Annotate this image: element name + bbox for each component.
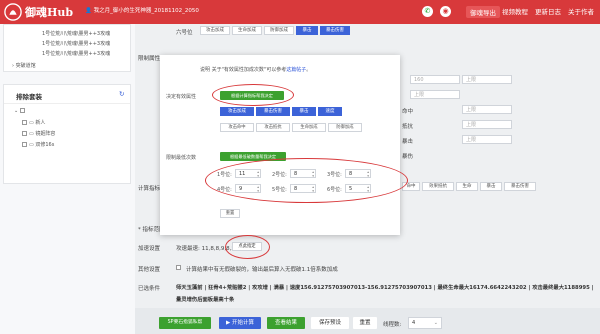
attr-tag-hp[interactable]: 生命加成 xyxy=(292,123,326,132)
effective-attr-label: 决定有效属性 xyxy=(166,94,197,100)
attr-tag-def[interactable]: 防御加成 xyxy=(328,123,362,132)
attr-tag-critdmg[interactable]: 暴击伤害 xyxy=(256,107,290,116)
sidebar-other-item[interactable]: › 突破道馆 xyxy=(12,62,36,69)
sidebar-preset-list[interactable]: 1号位荒川\荒魂\量男++3攻魂 1号位荒川\荒魂\量男++3攻魂 1号位荒川\… xyxy=(3,24,131,72)
slot-tag-critdmg[interactable]: 暴击伤害 xyxy=(320,26,350,35)
list-item[interactable]: 1号位荒川\荒魂\量男++3攻魂 xyxy=(42,30,110,37)
tree-item-1[interactable]: ▭ 新人 xyxy=(22,119,45,126)
other-settings-label: 其他设置 xyxy=(138,267,161,273)
user-info-link[interactable]: 👤 我之月_御小的生死神器_20181102_2050 xyxy=(85,6,199,14)
start-calc-label: 开始计算 xyxy=(231,320,254,326)
slot-label: 六号位 xyxy=(176,30,193,36)
calc-tag-hp[interactable]: 生命 xyxy=(456,182,478,191)
tree-root[interactable]: ⌄ xyxy=(14,108,27,114)
upper-input[interactable]: 上限 xyxy=(462,75,512,84)
exclude-set-panel: 排除套装 ↻ ⌄ ▭ 新人 ▭ 镜姬阵容 ▭ 双修16s xyxy=(3,84,131,184)
stat-label: 抵抗 xyxy=(402,124,414,130)
nav-changelog[interactable]: 更新日志 xyxy=(535,6,561,16)
user-info-text: 我之月_御小的生死神器_20181102_2050 xyxy=(93,8,199,14)
attr-limit-label: 限制属性 xyxy=(138,56,161,62)
stat-label: 暴击 xyxy=(402,139,414,145)
highlight-oval xyxy=(212,84,294,106)
highlight-oval xyxy=(225,235,270,259)
user-icon: 👤 xyxy=(85,8,94,14)
view-results-button[interactable]: 查看结果 xyxy=(267,317,305,329)
divider xyxy=(4,103,130,104)
tree-item-label: 新人 xyxy=(35,120,46,126)
attr-tag-attack[interactable]: 攻击加成 xyxy=(220,107,254,116)
upper-input[interactable]: 160 xyxy=(410,75,460,84)
attr-tag-hit[interactable]: 攻击命中 xyxy=(220,123,254,132)
save-preset-button[interactable]: 保存预设 xyxy=(311,317,349,329)
stat-label: 暴伤 xyxy=(402,154,414,160)
effective-attr-dialog: 说明 关于"有效属性加成次数"可以参考这篇帖子。 决定有效属性 根据计算指标帮我… xyxy=(160,55,400,235)
tree-item-3[interactable]: ▭ 双修16s xyxy=(22,141,54,148)
filter-label: 已选条件 xyxy=(138,286,161,292)
speed-label: 加速设置 xyxy=(138,246,161,252)
sp-yoshi-button[interactable]: SP要石指狐私帮 xyxy=(159,317,211,329)
slot-tag-def[interactable]: 防御加成 xyxy=(264,26,294,35)
refresh-icon[interactable]: ↻ xyxy=(119,90,124,98)
upper-input[interactable]: 上限 xyxy=(462,135,512,144)
dialog-reset-button[interactable]: 重置 xyxy=(220,209,240,218)
calc-tag-critdmg[interactable]: 暴击伤害 xyxy=(504,182,536,191)
wechat-icon[interactable]: ✆ xyxy=(422,6,433,17)
chevron-down-icon: ⌄ xyxy=(433,320,438,326)
logo-icon xyxy=(4,3,22,21)
top-header: 御魂Hub 👤 我之月_御小的生死神器_20181102_2050 ✆ ◉ 御魂… xyxy=(0,0,600,24)
upper-input[interactable]: 上限 xyxy=(410,90,460,99)
stat-label: 命中 xyxy=(402,109,414,115)
filter-summary: 师天玉藻前 | 狂骨4+荒骷髅2 | 攻攻增 | 满暴 | 速度156.9127… xyxy=(176,285,594,303)
slot-tag-crit[interactable]: 暴击 xyxy=(296,26,318,35)
reference-post-link[interactable]: 这篇帖子 xyxy=(286,67,306,73)
weibo-icon[interactable]: ◉ xyxy=(440,6,451,17)
upper-input[interactable]: 上限 xyxy=(462,120,512,129)
highlight-oval xyxy=(205,158,408,203)
other-settings-text: 计算结果中有无假破裂的，输出最后算入无假破1.1倍系数加成 xyxy=(186,267,338,273)
tree-item-label: 双修16s xyxy=(35,142,55,148)
dialog-description: 说明 关于"有效属性加成次数"可以参考这篇帖子。 xyxy=(200,66,311,73)
slot-tag-attack[interactable]: 攻击加成 xyxy=(200,26,230,35)
checkbox[interactable] xyxy=(22,142,27,147)
checkbox[interactable] xyxy=(22,120,27,125)
attr-tag-resist[interactable]: 攻击抵抗 xyxy=(256,123,290,132)
attr-tag-speed[interactable]: 速度 xyxy=(318,107,342,116)
action-bar: SP要石指狐私帮 ▶ 开始计算 查看结果 保存预设 重置 线程数: 4 ⌄ xyxy=(135,308,600,334)
upper-input[interactable]: 上限 xyxy=(462,105,512,114)
brand-title[interactable]: 御魂Hub xyxy=(25,4,73,20)
dialog-description-text: 说明 关于"有效属性加成次数"可以参考 xyxy=(200,67,287,73)
reset-button[interactable]: 重置 xyxy=(353,317,377,329)
calc-tag-resist[interactable]: 效果抵抗 xyxy=(422,182,454,191)
dialog-description-end: 。 xyxy=(306,67,312,73)
tree-item-label: 镜姬阵容 xyxy=(35,131,56,137)
tree-item-2[interactable]: ▭ 镜姬阵容 xyxy=(22,130,55,137)
nav-videos[interactable]: 视频教程 xyxy=(502,6,528,16)
threads-label: 线程数: xyxy=(383,322,402,328)
calc-metric-label: 计算指标 xyxy=(138,186,161,192)
checkbox[interactable] xyxy=(19,108,25,113)
panel-title: 排除套装 xyxy=(16,93,42,101)
nav-about[interactable]: 关于作者 xyxy=(568,6,594,16)
calc-tag-crit[interactable]: 暴击 xyxy=(480,182,502,191)
list-item[interactable]: 1号位荒川\荒魂\量男++3攻魂 xyxy=(42,40,110,47)
min-count-label: 限制最低次数 xyxy=(166,155,197,161)
checkbox[interactable] xyxy=(22,131,27,136)
slot-tag-hp[interactable]: 生命加成 xyxy=(232,26,262,35)
sidebar-other-label: 突破道馆 xyxy=(15,63,36,69)
start-calc-button[interactable]: ▶ 开始计算 xyxy=(219,317,261,329)
other-settings-checkbox[interactable] xyxy=(176,265,181,270)
nav-export[interactable]: 御魂导出 xyxy=(466,6,500,18)
attr-tag-crit[interactable]: 暴击 xyxy=(292,107,316,116)
sidebar: 1号位荒川\荒魂\量男++3攻魂 1号位荒川\荒魂\量男++3攻魂 1号位荒川\… xyxy=(0,24,135,334)
threads-value: 4 xyxy=(412,320,416,326)
threads-select[interactable]: 4 ⌄ xyxy=(408,317,442,329)
list-item[interactable]: 1号位荒川\荒魂\量男++3攻魂 xyxy=(42,50,110,57)
